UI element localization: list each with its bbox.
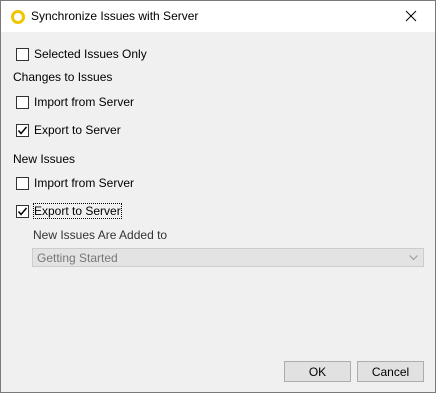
dialog-content: Selected Issues Only Changes to Issues I…: [1, 32, 435, 392]
selected-only-label: Selected Issues Only: [34, 47, 147, 61]
new-import-label: Import from Server: [34, 176, 135, 190]
added-to-select[interactable]: Getting Started: [32, 248, 424, 267]
new-issues-heading: New Issues: [13, 152, 76, 166]
dialog-title: Synchronize Issues with Server: [31, 9, 199, 23]
cancel-button[interactable]: Cancel: [357, 361, 424, 382]
checkmark-icon: [17, 126, 28, 135]
sync-dialog: Synchronize Issues with Server Selected …: [0, 0, 436, 393]
changes-import-checkbox[interactable]: [16, 95, 29, 109]
close-icon: [405, 10, 417, 22]
ok-button[interactable]: OK: [284, 361, 351, 382]
new-import-option[interactable]: Import from Server: [16, 175, 134, 191]
changes-export-checkbox[interactable]: [16, 123, 29, 137]
chevron-down-icon: [409, 255, 418, 261]
title-bar: Synchronize Issues with Server: [1, 1, 435, 32]
selected-only-option[interactable]: Selected Issues Only: [16, 46, 147, 62]
new-export-option[interactable]: Export to Server: [16, 203, 122, 219]
added-to-value: Getting Started: [37, 251, 118, 265]
changes-import-label: Import from Server: [34, 95, 135, 109]
added-to-label: New Issues Are Added to: [33, 228, 168, 242]
new-export-checkbox[interactable]: [16, 204, 29, 218]
changes-import-option[interactable]: Import from Server: [16, 94, 134, 110]
changes-export-label: Export to Server: [34, 123, 121, 137]
selected-only-checkbox[interactable]: [16, 47, 29, 61]
new-import-checkbox[interactable]: [16, 176, 29, 190]
new-export-label: Export to Server: [33, 203, 122, 219]
changes-heading: Changes to Issues: [13, 70, 113, 84]
close-button[interactable]: [389, 1, 435, 32]
changes-export-option[interactable]: Export to Server: [16, 122, 121, 138]
checkmark-icon: [17, 207, 28, 216]
app-ring-icon: [11, 10, 25, 24]
